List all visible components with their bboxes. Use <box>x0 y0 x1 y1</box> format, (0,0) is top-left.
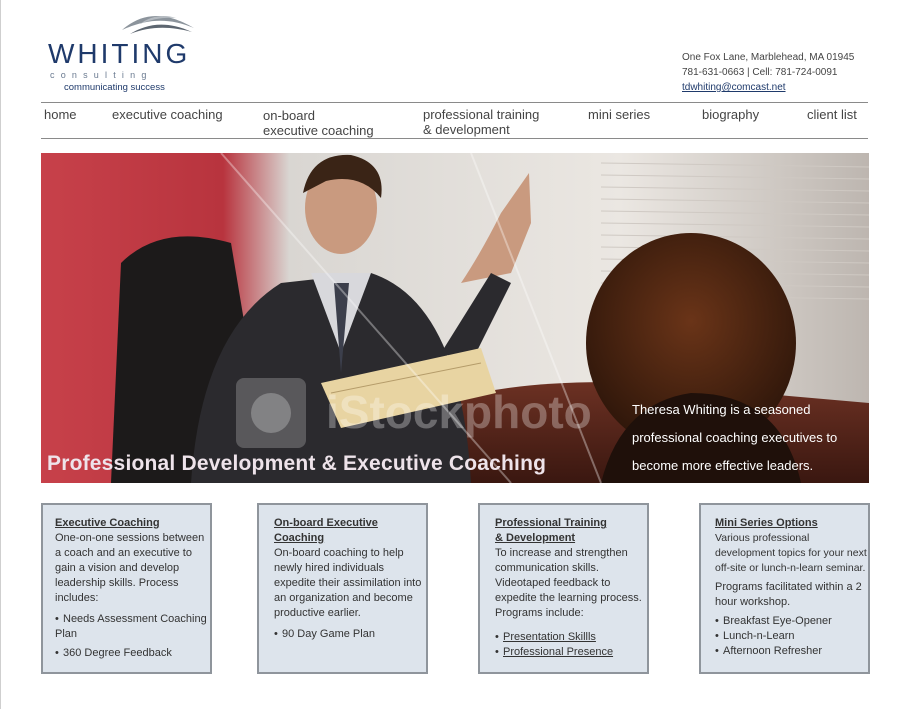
box-body: Various professional development topics … <box>715 532 867 574</box>
nav-item-label: executive coaching <box>112 107 223 122</box>
nav-item-label-line2: & development <box>423 122 510 137</box>
nav-item-label: client list <box>807 107 857 122</box>
contact-address: One Fox Lane, Marblehead, MA 01945 <box>682 52 855 63</box>
box-professional-training: Professional Training & Development To in… <box>478 503 649 674</box>
hero-title: Professional Development & Executive Coa… <box>47 452 547 475</box>
logo-swoosh-icon <box>122 15 194 34</box>
main-nav: home executive coaching on-board executi… <box>41 102 868 139</box>
box-list: • 90 Day Game Plan <box>274 627 426 642</box>
list-item: • Needs Assessment Coaching Plan <box>55 613 207 640</box>
box-body: One-on-one sessions between a coach and … <box>55 532 205 604</box>
nav-item-executive-coaching[interactable]: executive coaching <box>112 107 223 122</box>
nav-item-biography[interactable]: biography <box>702 107 759 122</box>
box-list: • Presentation Skillls • Professional Pres… <box>495 630 647 660</box>
list-item: • 360 Degree Feedback <box>55 647 172 659</box>
page-edge <box>0 0 1 709</box>
nav-item-professional-training[interactable]: professional training & development <box>423 107 539 137</box>
nav-item-home[interactable]: home <box>44 107 77 122</box>
contact-phones: 781-631-0663 | Cell: 781-724-0091 <box>682 67 838 78</box>
list-item: • 90 Day Game Plan <box>274 628 375 640</box>
professional-presence-link[interactable]: Professional Presence <box>503 646 613 658</box>
list-item[interactable]: • Presentation Skillls <box>495 630 647 645</box>
logo-wordmark: WHITING <box>48 38 191 69</box>
contact-email-link[interactable]: tdwhiting@comcast.net <box>682 82 786 93</box>
nav-item-label: professional training <box>423 107 540 122</box>
box-list: • Breakfast Eye-Opener • Lunch-n-Learn • Af… <box>715 614 868 659</box>
nav-item-label: mini series <box>588 107 651 122</box>
box-mini-series: Mini Series Options Various professional… <box>699 503 870 674</box>
list-item: • Lunch-n-Learn <box>715 630 795 642</box>
list-item[interactable]: • Professional Presence <box>495 645 647 660</box>
box-body: On-board coaching to help newly hired in… <box>274 547 422 619</box>
box-executive-coaching: Executive Coaching One-on-one sessions b… <box>41 503 212 674</box>
presentation-skills-link[interactable]: Presentation Skillls <box>503 631 596 643</box>
nav-item-label: biography <box>702 107 760 122</box>
nav-item-label: home <box>44 107 77 122</box>
nav-item-label: on-board <box>263 108 316 123</box>
logo-subtitle: consulting <box>50 70 153 80</box>
list-item: • Afternoon Refresher <box>715 645 823 657</box>
logo-tagline: communicating success <box>64 82 165 93</box>
nav-item-client-list[interactable]: client list <box>807 107 857 122</box>
box-list: • Needs Assessment Coaching Plan • 360 Deg… <box>55 612 210 661</box>
logo[interactable]: WHITING consulting communicating success <box>48 8 198 94</box>
box-title[interactable]: On-board Executive Coaching <box>274 516 426 546</box>
box-body: To increase and strengthen communication… <box>495 547 642 619</box>
hero-banner: iStockphoto Professional Development & E… <box>41 153 869 483</box>
list-item: • Breakfast Eye-Opener <box>715 615 832 627</box>
nav-item-mini-series[interactable]: mini series <box>588 107 650 122</box>
hero-blurb: Theresa Whiting is a seasoned profession… <box>632 402 838 473</box>
nav-item-onboard-executive-coaching[interactable]: on-board executive coaching <box>263 108 374 138</box>
box-body-2: Programs facilitated within a 2 hour wor… <box>715 581 862 608</box>
box-title[interactable]: Executive Coaching <box>55 516 210 531</box>
contact-info: One Fox Lane, Marblehead, MA 01945 781-6… <box>682 50 854 95</box>
nav-item-label-line2: executive coaching <box>263 123 374 138</box>
box-title[interactable]: Mini Series Options <box>715 516 868 531</box>
box-onboard-coaching: On-board Executive Coaching On-board coac… <box>257 503 428 674</box>
hero-watermark: iStockphoto <box>326 386 592 438</box>
box-title[interactable]: Professional Training & Development <box>495 516 647 546</box>
